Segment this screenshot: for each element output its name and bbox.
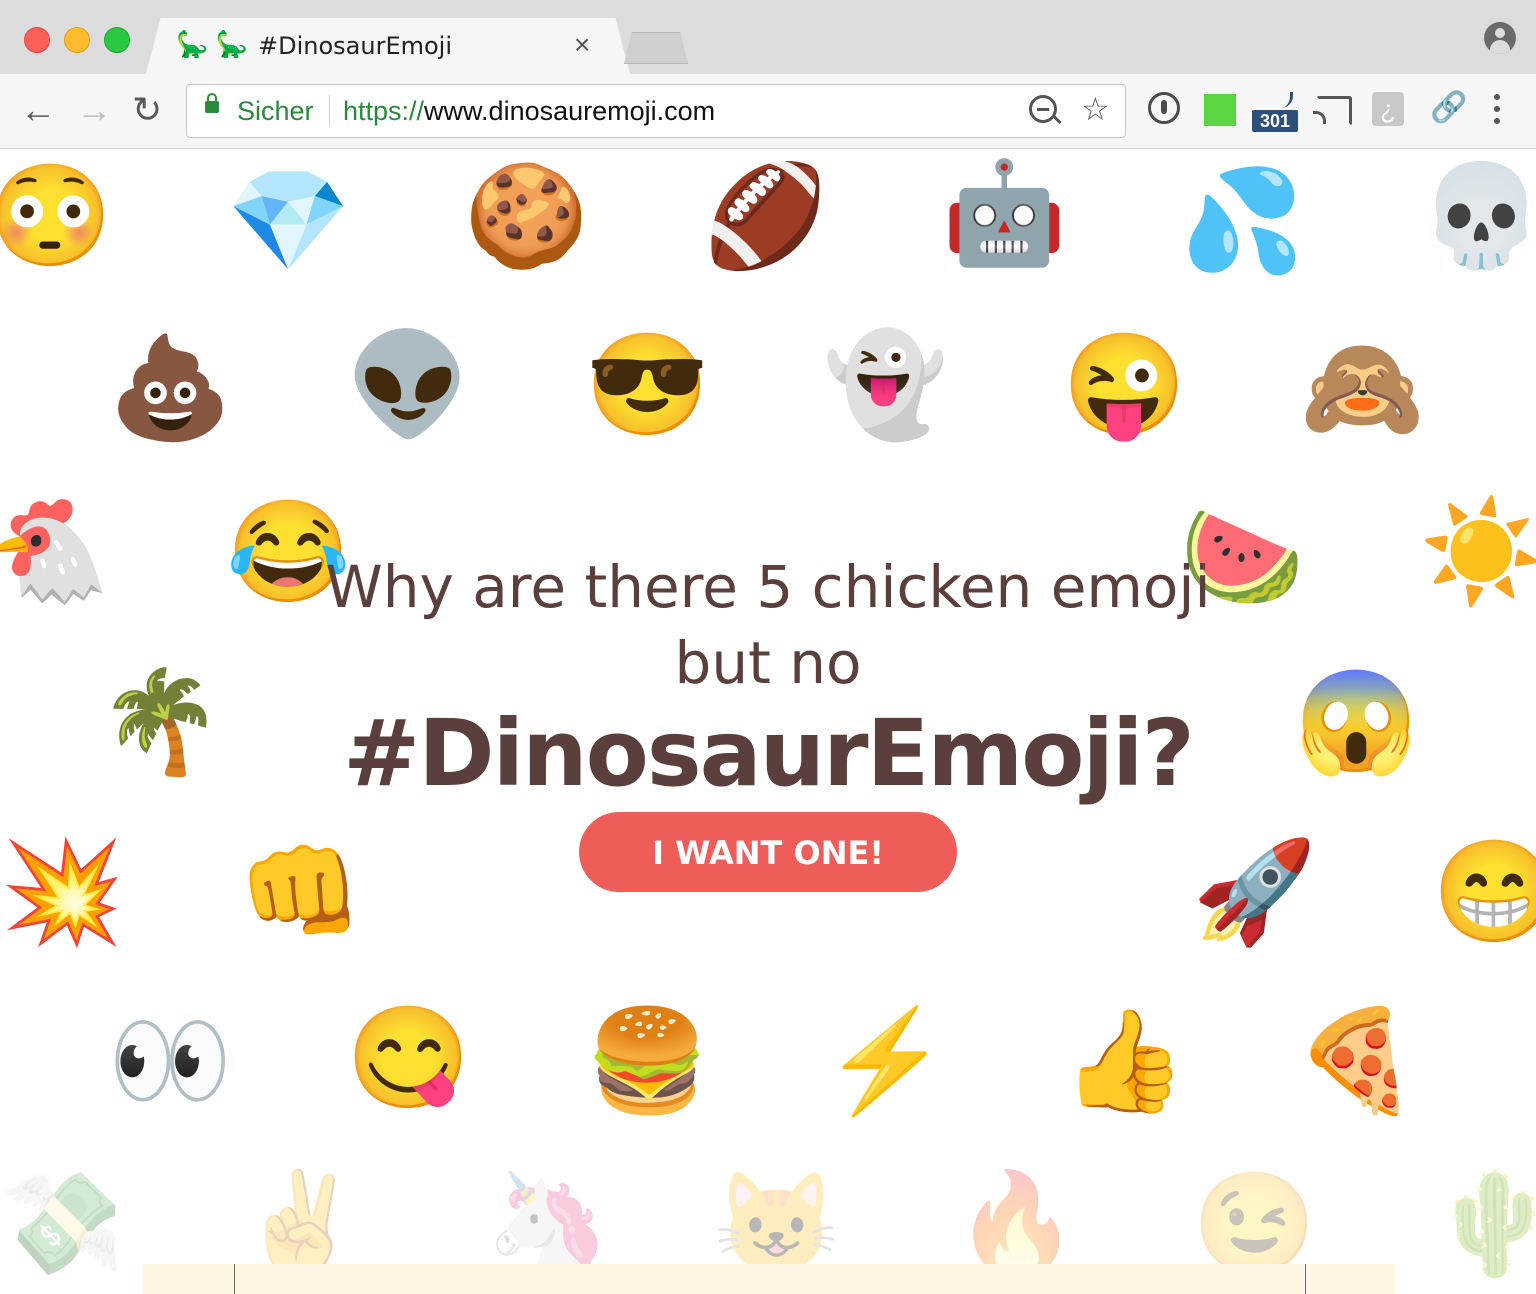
green-square-extension-icon[interactable] — [1204, 94, 1236, 126]
close-tab-icon[interactable]: × — [574, 30, 590, 60]
gem-emoji: 💎 — [226, 165, 351, 277]
see-no-evil-monkey-emoji: 🙈 — [1300, 332, 1425, 444]
footer-strip — [143, 1264, 1395, 1294]
new-tab-button[interactable] — [624, 32, 688, 64]
url-scheme: https:// — [343, 96, 425, 126]
yum-face-emoji: 😋 — [346, 1002, 471, 1114]
more-menu-icon[interactable] — [1494, 94, 1500, 130]
url-host: www.dinosauremoji.com — [424, 96, 716, 126]
address-bar[interactable]: Sicher https://www.dinosauremoji.com ☆ — [186, 84, 1126, 138]
robot-emoji: 🤖 — [942, 157, 1067, 269]
redirect-path-icon[interactable]: 301 — [1252, 92, 1298, 132]
hero-question-line-1: Why are there 5 chicken emoji — [325, 553, 1211, 621]
browser-toolbar: ← → ↻ Sicher https://www.dinosauremoji.c… — [0, 74, 1536, 149]
profile-head-shape — [1495, 28, 1505, 38]
reload-icon[interactable]: ↻ — [132, 88, 162, 132]
redirect-status-badge: 301 — [1252, 110, 1298, 132]
hero-hashtag-heading: #DinosaurEmoji? — [343, 700, 1195, 807]
poop-emoji: 💩 — [108, 332, 233, 444]
sweat-droplets-emoji: 💦 — [1180, 165, 1305, 277]
rocket-emoji: 🚀 — [1192, 836, 1317, 948]
fist-emoji: 👊 — [238, 836, 363, 948]
skull-emoji: 💀 — [1419, 160, 1536, 272]
cookie-emoji: 🍪 — [464, 160, 589, 272]
zoom-out-icon[interactable] — [1029, 95, 1057, 123]
ghost-emoji: 👻 — [823, 329, 948, 441]
redirect-arc-shape — [1270, 92, 1293, 108]
tab-title: #DinosaurEmoji — [258, 32, 453, 60]
football-emoji: 🏈 — [703, 160, 828, 272]
winking-tongue-face-emoji: 😜 — [1062, 329, 1187, 441]
hero-question-line-2: but no — [674, 629, 862, 697]
alien-emoji: 👽 — [346, 329, 471, 441]
money-wings-emoji: 💸 — [0, 1168, 125, 1280]
cactus-emoji: 🌵 — [1432, 1168, 1536, 1280]
eyes-emoji: 👀 — [108, 1005, 233, 1117]
hook-extension-icon[interactable]: ¿ — [1372, 92, 1404, 126]
address-bar-divider — [329, 95, 330, 127]
maximize-window-button[interactable] — [104, 27, 130, 53]
close-window-button[interactable] — [24, 27, 50, 53]
profile-shoulders-shape — [1490, 40, 1510, 54]
lightning-emoji: ⚡ — [823, 1005, 948, 1117]
thumbs-up-emoji: 👍 — [1062, 1005, 1187, 1117]
page-content: 😳 💎 🍪 🏈 🤖 💦 💀 💩 👽 😎 👻 😜 🙈 🐔 😂 🍉 ☀️ 🌴 😱 💥… — [0, 149, 1536, 1294]
sunglasses-face-emoji: 😎 — [585, 329, 710, 441]
grinning-face-emoji: 😁 — [1432, 836, 1536, 948]
tab-bar: 🦕 🦕 #DinosaurEmoji × — [0, 0, 1536, 74]
i-want-one-button[interactable]: I WANT ONE! — [579, 812, 957, 892]
pizza-emoji: 🍕 — [1294, 1005, 1419, 1117]
hamburger-emoji: 🍔 — [585, 1005, 710, 1117]
back-arrow-icon[interactable]: ← — [20, 88, 56, 132]
cast-icon[interactable] — [1313, 96, 1352, 126]
tab-active[interactable]: 🦕 🦕 #DinosaurEmoji × — [146, 18, 630, 74]
flushed-face-emoji: 😳 — [0, 160, 113, 272]
bookmark-star-icon[interactable]: ☆ — [1081, 91, 1110, 127]
footer-rule-right — [1305, 1264, 1306, 1294]
hero-section: Why are there 5 chicken emoji but no #Di… — [318, 549, 1218, 807]
sun-emoji: ☀️ — [1419, 496, 1536, 608]
security-label: Sicher — [237, 96, 314, 126]
lock-icon — [205, 93, 219, 113]
screaming-face-emoji: 😱 — [1294, 666, 1419, 778]
palm-tree-emoji: 🌴 — [98, 666, 223, 778]
forward-arrow-icon[interactable]: → — [76, 88, 112, 132]
profile-avatar-icon[interactable] — [1484, 22, 1516, 54]
password-manager-icon[interactable] — [1148, 92, 1180, 124]
collision-emoji: 💥 — [0, 836, 125, 948]
link-extension-icon[interactable]: 🔗 — [1430, 90, 1467, 126]
minimize-window-button[interactable] — [64, 27, 90, 53]
footer-rule-left — [234, 1264, 235, 1294]
dinosaur-favicon-icon: 🦕 🦕 — [176, 29, 248, 59]
chicken-emoji: 🐔 — [0, 495, 111, 607]
url-text[interactable]: https://www.dinosauremoji.com — [343, 96, 715, 127]
